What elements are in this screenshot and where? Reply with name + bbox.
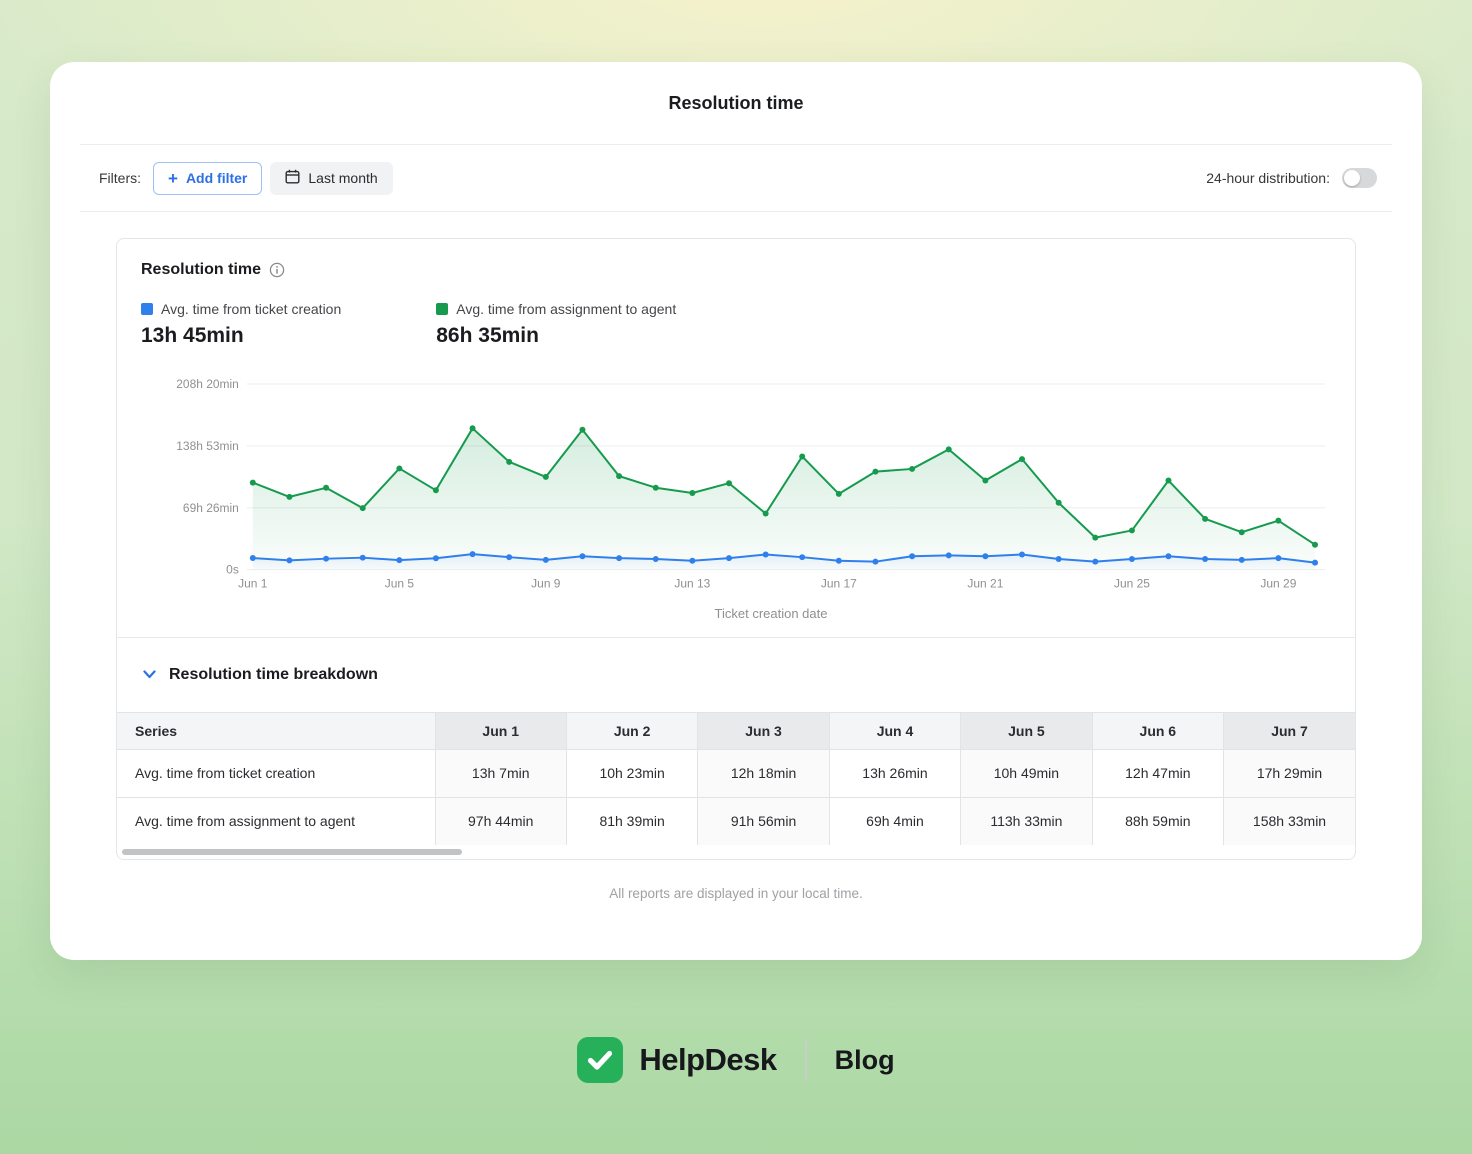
brand-divider xyxy=(805,1039,807,1081)
filters-label: Filters: xyxy=(99,170,141,186)
breakdown-collapse-header[interactable]: Resolution time breakdown xyxy=(117,638,1355,712)
calendar-icon xyxy=(285,169,300,187)
column-header: Jun 5 xyxy=(961,712,1092,749)
legend-value: 86h 35min xyxy=(436,324,676,348)
helpdesk-logo-text: HelpDesk xyxy=(639,1042,776,1078)
legend-value: 13h 45min xyxy=(141,324,341,348)
horizontal-scrollbar xyxy=(117,845,1355,859)
svg-text:Jun 25: Jun 25 xyxy=(1114,577,1150,591)
legend-label: Avg. time from ticket creation xyxy=(161,301,341,317)
date-range-button[interactable]: Last month xyxy=(270,162,392,195)
column-header: Jun 2 xyxy=(566,712,697,749)
table-cell: 81h 39min xyxy=(566,797,697,845)
column-header-series: Series xyxy=(117,712,435,749)
branding-footer: HelpDesk Blog xyxy=(0,1037,1472,1083)
panel-title: Resolution time xyxy=(141,261,261,279)
svg-text:Jun 17: Jun 17 xyxy=(821,577,857,591)
svg-text:Jun 9: Jun 9 xyxy=(531,577,561,591)
info-icon[interactable] xyxy=(269,262,285,278)
resolution-time-chart: 0s 69h 26min 138h 53min 208h 20min Jun 1 Jun … xyxy=(141,372,1331,604)
add-filter-button[interactable]: + Add filter xyxy=(153,162,262,195)
table-cell: 88h 59min xyxy=(1092,797,1223,845)
column-header: Jun 1 xyxy=(435,712,566,749)
svg-text:Jun 21: Jun 21 xyxy=(967,577,1003,591)
table-cell: 17h 29min xyxy=(1224,749,1355,797)
legend-item-ticket-creation: Avg. time from ticket creation 13h 45min xyxy=(141,301,341,348)
chart-panel: Resolution time Avg. time from ticket cr… xyxy=(116,238,1356,860)
table-row: Avg. time from assignment to agent 97h 4… xyxy=(117,797,1355,845)
svg-text:138h 53min: 138h 53min xyxy=(176,439,239,453)
scrollbar-thumb[interactable] xyxy=(122,849,462,855)
svg-text:208h 20min: 208h 20min xyxy=(176,377,239,391)
blog-label: Blog xyxy=(835,1045,895,1076)
breakdown-table: Series Jun 1 Jun 2 Jun 3 Jun 4 Jun 5 Jun… xyxy=(117,712,1355,846)
row-label: Avg. time from assignment to agent xyxy=(117,797,435,845)
table-cell: 10h 49min xyxy=(961,749,1092,797)
svg-text:Jun 1: Jun 1 xyxy=(238,577,268,591)
chevron-down-icon xyxy=(143,670,156,679)
filters-row: Filters: + Add filter Last month 24-hour… xyxy=(80,145,1392,212)
plus-icon: + xyxy=(168,170,178,187)
column-header: Jun 3 xyxy=(698,712,829,749)
column-header: Jun 6 xyxy=(1092,712,1223,749)
legend-swatch-green xyxy=(436,303,448,315)
table-cell: 10h 23min xyxy=(566,749,697,797)
table-cell: 12h 47min xyxy=(1092,749,1223,797)
table-cell: 158h 33min xyxy=(1224,797,1355,845)
page-background: { "page": { "title": "Resolution time", … xyxy=(0,0,1472,1154)
svg-text:69h 26min: 69h 26min xyxy=(183,501,239,515)
page-title: Resolution time xyxy=(668,93,803,114)
breakdown-title: Resolution time breakdown xyxy=(169,666,378,684)
table-row: Avg. time from ticket creation 13h 7min … xyxy=(117,749,1355,797)
legend-label: Avg. time from assignment to agent xyxy=(456,301,676,317)
report-card: Resolution time Filters: + Add filter La… xyxy=(50,62,1422,960)
svg-text:0s: 0s xyxy=(226,563,239,577)
distribution-toggle[interactable] xyxy=(1342,168,1377,188)
helpdesk-logo-icon xyxy=(577,1037,623,1083)
card-header: Resolution time xyxy=(80,62,1392,145)
table-cell: 13h 7min xyxy=(435,749,566,797)
chart-section: Resolution time Avg. time from ticket cr… xyxy=(117,239,1355,638)
add-filter-label: Add filter xyxy=(186,170,247,186)
chart-legend: Avg. time from ticket creation 13h 45min… xyxy=(141,301,1331,348)
table-header-row: Series Jun 1 Jun 2 Jun 3 Jun 4 Jun 5 Jun… xyxy=(117,712,1355,749)
table-cell: 13h 26min xyxy=(829,749,960,797)
legend-swatch-blue xyxy=(141,303,153,315)
svg-text:Jun 13: Jun 13 xyxy=(674,577,710,591)
table-cell: 91h 56min xyxy=(698,797,829,845)
column-header: Jun 7 xyxy=(1224,712,1355,749)
legend-item-assignment: Avg. time from assignment to agent 86h 3… xyxy=(436,301,676,348)
date-range-label: Last month xyxy=(308,170,377,186)
table-cell: 97h 44min xyxy=(435,797,566,845)
row-label: Avg. time from ticket creation xyxy=(117,749,435,797)
x-axis-title: Ticket creation date xyxy=(141,606,1331,621)
column-header: Jun 4 xyxy=(829,712,960,749)
svg-text:Jun 29: Jun 29 xyxy=(1260,577,1296,591)
footer-note: All reports are displayed in your local … xyxy=(50,886,1422,901)
distribution-label: 24-hour distribution: xyxy=(1206,170,1330,186)
table-cell: 69h 4min xyxy=(829,797,960,845)
svg-text:Jun 5: Jun 5 xyxy=(385,577,415,591)
toggle-knob xyxy=(1344,170,1360,186)
table-cell: 113h 33min xyxy=(961,797,1092,845)
table-cell: 12h 18min xyxy=(698,749,829,797)
